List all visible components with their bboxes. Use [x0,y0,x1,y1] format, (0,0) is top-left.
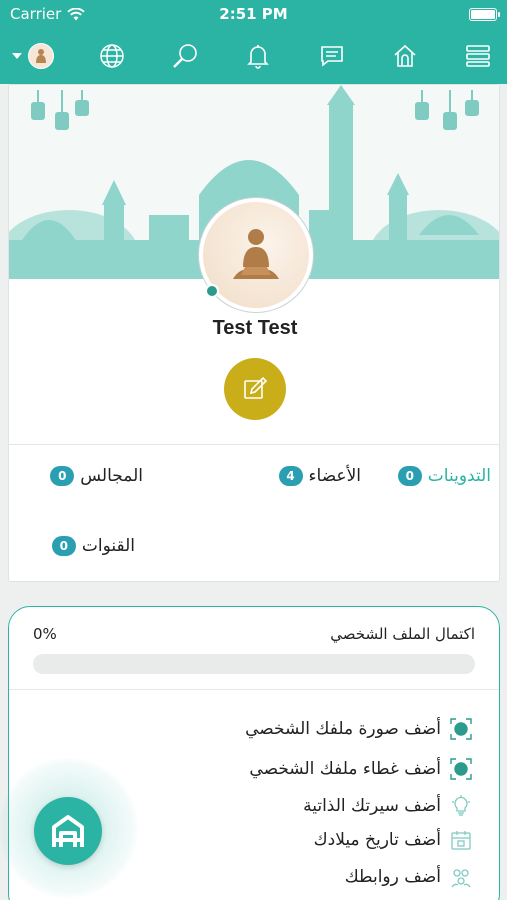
app-logo-button[interactable] [34,797,102,865]
stat-channels[interactable]: القنوات 0 [51,536,135,556]
stat-label: الأعضاء [308,466,361,486]
task-add-birthdate[interactable]: أضف تاريخ ميلادك [314,828,473,852]
task-add-cover-photo[interactable]: أضف غطاء ملفك الشخصي [249,757,473,781]
dropdown-arrow-icon[interactable] [12,52,22,60]
avatar[interactable] [28,43,54,69]
stat-count-badge: 0 [397,466,422,486]
task-label: أضف سيرتك الذاتية [303,796,441,816]
edit-profile-button[interactable] [224,358,286,420]
stat-count-badge: 4 [278,466,303,486]
task-label: أضف تاريخ ميلادك [313,830,441,850]
lightbulb-icon [449,794,473,818]
stat-count-badge: 0 [51,536,76,556]
bell-icon[interactable] [243,41,273,71]
completion-divider [9,689,499,690]
task-label: أضف صورة ملفك الشخصي [245,719,441,739]
battery-icon [469,7,500,21]
task-label: أضف روابطك [344,867,441,887]
account-switcher[interactable] [12,43,54,69]
stat-councils[interactable]: المجالس 0 [50,466,143,486]
task-label: أضف غطاء ملفك الشخصي [249,759,441,779]
stat-label: المجالس [80,466,143,486]
search-icon[interactable] [170,41,200,71]
profile-name: Test Test [212,317,298,339]
edit-icon [244,376,268,399]
completion-progress-bar [33,654,475,674]
stat-label: التدوينات [427,466,491,486]
task-add-links[interactable]: أضف روابطك [345,865,473,889]
status-bar: Carrier 2:51 PM [0,0,507,28]
completion-header: 0% اكتمال الملف الشخصي [33,625,475,643]
status-time: 2:51 PM [219,5,288,23]
stat-label: القنوات [81,536,135,556]
messages-icon[interactable] [317,41,347,71]
profile-photo-icon [449,717,473,741]
stats-divider [9,444,499,445]
cover-photo-icon [449,757,473,781]
online-status-badge [205,284,219,298]
completion-percent: 0% [33,625,57,643]
completion-title: اكتمال الملف الشخصي [330,625,475,643]
top-nav-bar [0,28,507,84]
task-add-bio[interactable]: أضف سيرتك الذاتية [303,794,473,818]
stat-blogs[interactable]: التدوينات 0 [397,466,491,486]
menu-icon[interactable] [463,41,493,71]
home-icon[interactable] [390,41,420,71]
globe-icon[interactable] [97,41,127,71]
stat-members[interactable]: الأعضاء 4 [278,466,361,486]
links-icon [449,865,473,889]
app-logo-icon [52,815,84,847]
stat-count-badge: 0 [50,466,75,486]
profile-card: Test Test التدوينات 0 الأعضاء 4 المجالس … [8,84,500,582]
task-add-profile-photo[interactable]: أضف صورة ملفك الشخصي [245,717,473,741]
calendar-icon [449,828,473,852]
